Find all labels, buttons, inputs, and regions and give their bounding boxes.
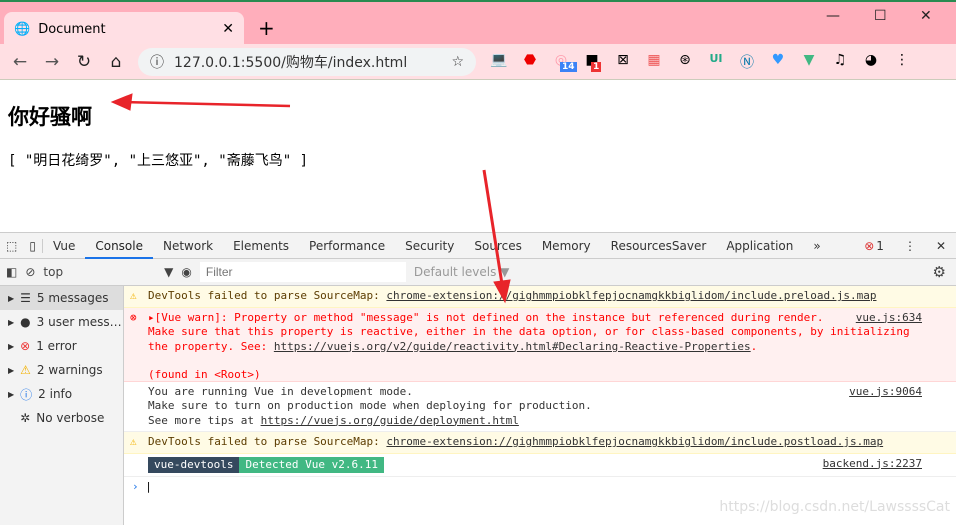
annotation-arrow	[482, 169, 504, 285]
annotation-arrowhead	[493, 279, 511, 304]
annotation-arrows	[110, 93, 511, 304]
annotation-arrowhead	[110, 93, 133, 111]
annotation-arrow	[123, 100, 291, 108]
